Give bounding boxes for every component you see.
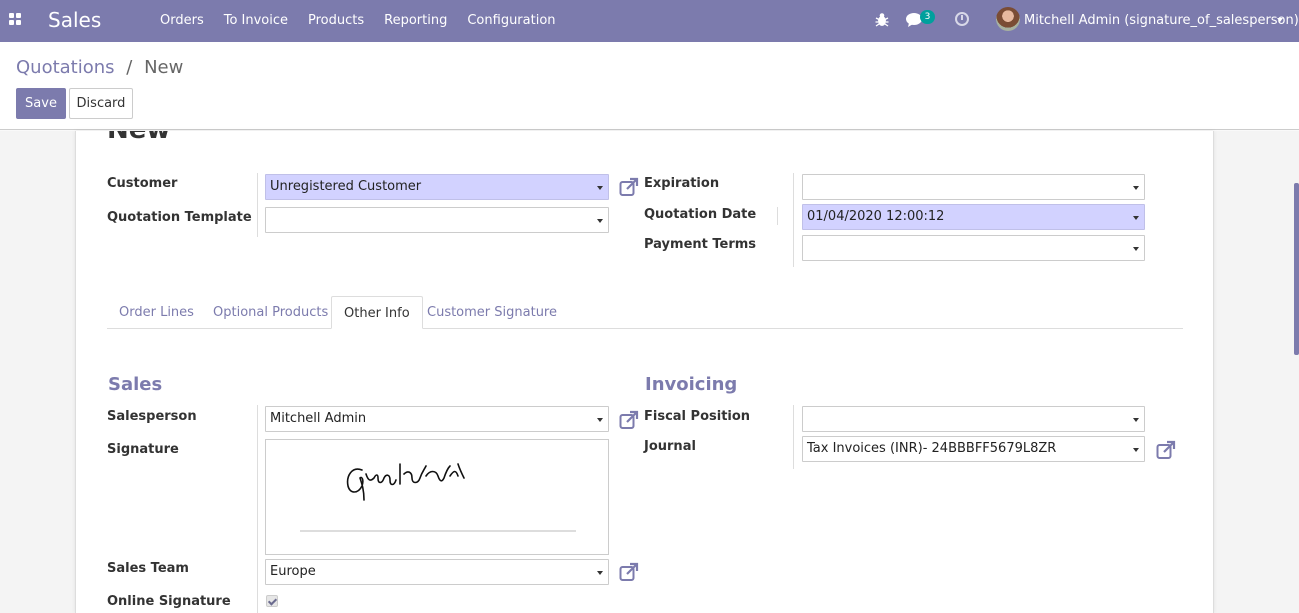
payment-terms-field[interactable] bbox=[802, 235, 1145, 261]
breadcrumb: Quotations / New bbox=[16, 57, 183, 78]
tab-optional-products[interactable]: Optional Products bbox=[201, 296, 340, 329]
record-title: New bbox=[107, 131, 170, 145]
online-signature-checkbox[interactable] bbox=[266, 595, 278, 607]
sales-heading: Sales bbox=[108, 374, 163, 395]
journal-field[interactable]: Tax Invoices (INR)- 24BBBFF5679L8ZR bbox=[802, 436, 1145, 462]
journal-label: Journal bbox=[644, 439, 696, 454]
divider bbox=[257, 405, 258, 613]
divider bbox=[777, 207, 778, 225]
menu-orders[interactable]: Orders bbox=[160, 13, 204, 28]
notebook-tabs: Order Lines Optional Products Other Info… bbox=[107, 296, 1183, 329]
customer-field[interactable]: Unregistered Customer bbox=[265, 174, 609, 200]
clock-icon[interactable] bbox=[955, 12, 969, 26]
customer-value: Unregistered Customer bbox=[270, 179, 422, 194]
journal-value: Tax Invoices (INR)- 24BBBFF5679L8ZR bbox=[807, 441, 1057, 456]
signature-pad[interactable] bbox=[265, 439, 609, 555]
salesperson-value: Mitchell Admin bbox=[270, 411, 367, 426]
tab-order-lines[interactable]: Order Lines bbox=[107, 296, 206, 329]
quotation-template-field[interactable] bbox=[265, 207, 609, 233]
apps-icon[interactable] bbox=[9, 13, 23, 27]
menu-reporting[interactable]: Reporting bbox=[384, 13, 447, 28]
app-name[interactable]: Sales bbox=[48, 8, 101, 32]
divider bbox=[793, 405, 794, 469]
external-link-icon[interactable] bbox=[619, 177, 639, 197]
chat-badge: 3 bbox=[920, 10, 935, 24]
top-navbar: Sales Orders To Invoice Products Reporti… bbox=[0, 0, 1299, 42]
salesperson-field[interactable]: Mitchell Admin bbox=[265, 406, 609, 432]
quotation-date-field[interactable]: 01/04/2020 12:00:12 bbox=[802, 204, 1145, 230]
quotation-date-value: 01/04/2020 12:00:12 bbox=[807, 209, 945, 224]
sales-team-field[interactable]: Europe bbox=[265, 559, 609, 585]
breadcrumb-current: New bbox=[144, 57, 184, 78]
sales-team-value: Europe bbox=[270, 564, 316, 579]
form-sheet: New Customer Quotation Template Unregist… bbox=[75, 131, 1214, 613]
expiration-label: Expiration bbox=[644, 176, 720, 191]
expiration-field[interactable] bbox=[802, 174, 1145, 200]
tab-customer-signature[interactable]: Customer Signature bbox=[415, 296, 569, 329]
template-label: Quotation Template bbox=[107, 210, 252, 225]
menu-configuration[interactable]: Configuration bbox=[467, 13, 555, 28]
discard-button[interactable]: Discard bbox=[69, 88, 133, 119]
bug-icon[interactable] bbox=[875, 12, 889, 28]
save-button[interactable]: Save bbox=[16, 88, 66, 119]
signature-label: Signature bbox=[107, 442, 179, 457]
menu-products[interactable]: Products bbox=[308, 13, 364, 28]
menu-to-invoice[interactable]: To Invoice bbox=[224, 13, 288, 28]
quotation-date-label: Quotation Date bbox=[644, 207, 757, 222]
external-link-icon[interactable] bbox=[1156, 440, 1176, 460]
external-link-icon[interactable] bbox=[619, 562, 639, 582]
fiscal-position-label: Fiscal Position bbox=[644, 409, 751, 424]
breadcrumb-separator: / bbox=[126, 57, 133, 78]
invoicing-heading: Invoicing bbox=[645, 374, 738, 395]
scrollbar[interactable] bbox=[1294, 183, 1299, 355]
signature-drawing bbox=[300, 463, 576, 532]
caret-down-icon[interactable] bbox=[1277, 18, 1283, 22]
divider bbox=[257, 173, 258, 237]
control-panel: Quotations / New Save Discard bbox=[0, 42, 1299, 130]
avatar[interactable] bbox=[996, 7, 1020, 31]
main-menu: Orders To Invoice Products Reporting Con… bbox=[160, 13, 576, 28]
user-menu[interactable]: Mitchell Admin (signature_of_salesperson… bbox=[1024, 13, 1299, 28]
fiscal-position-field[interactable] bbox=[802, 406, 1145, 432]
tab-other-info[interactable]: Other Info bbox=[331, 296, 423, 329]
external-link-icon[interactable] bbox=[619, 410, 639, 430]
breadcrumb-quotations[interactable]: Quotations bbox=[16, 57, 115, 78]
customer-label: Customer bbox=[107, 176, 178, 191]
payment-terms-label: Payment Terms bbox=[644, 237, 757, 252]
salesperson-label: Salesperson bbox=[107, 409, 197, 424]
divider bbox=[793, 173, 794, 267]
sales-team-label: Sales Team bbox=[107, 561, 189, 576]
online-signature-label: Online Signature bbox=[107, 594, 231, 609]
